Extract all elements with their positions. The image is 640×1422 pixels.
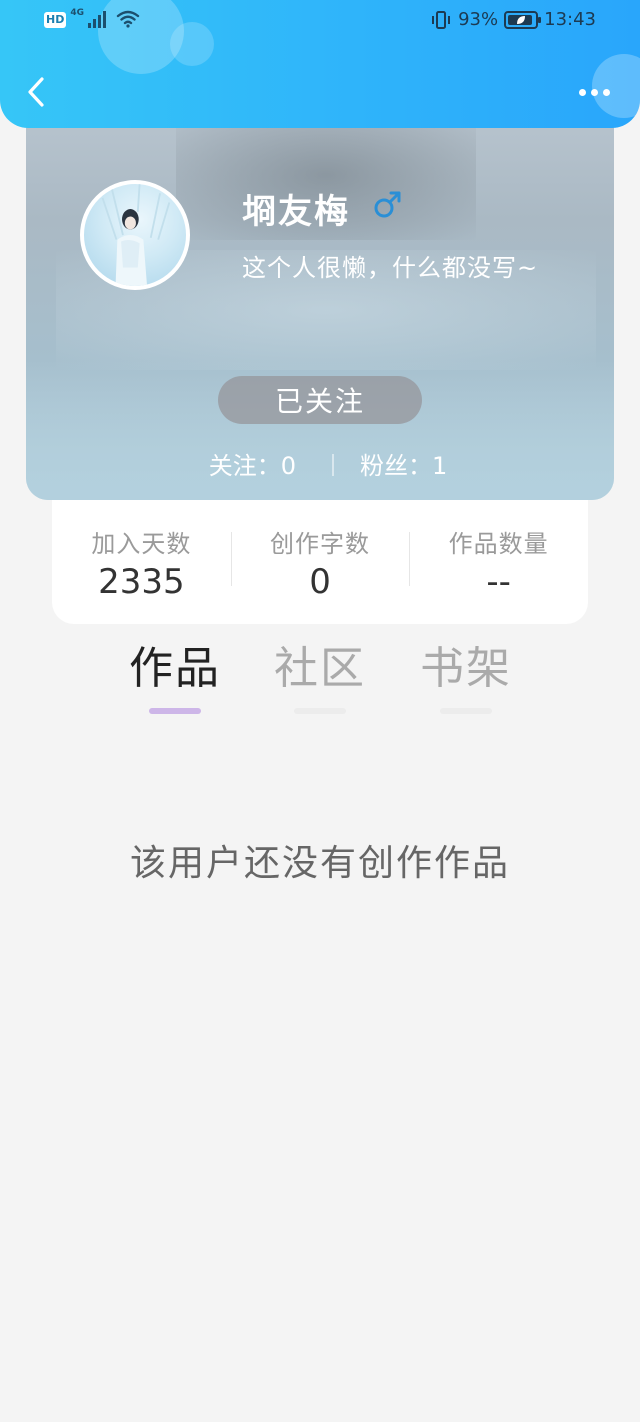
followed-button[interactable]: 已关注	[218, 376, 422, 424]
summary-stats-card: 加入天数 2335 创作字数 0 作品数量 --	[52, 500, 588, 624]
summary-label: 加入天数	[91, 530, 192, 558]
hd-badge: HD	[44, 12, 67, 28]
tab-indicator	[294, 708, 346, 714]
more-dot	[602, 88, 610, 96]
following-label: 关注：	[208, 452, 281, 480]
summary-word-count: 创作字数 0	[230, 500, 410, 624]
male-icon	[374, 191, 401, 218]
following-count[interactable]: 关注：0	[209, 446, 296, 481]
network-type: 4G	[70, 8, 84, 18]
content-tabs: 作品 社区 书架	[0, 640, 640, 720]
profile-card: 埛友梅 这个人很懒，什么都没写~ 已关注 关注：0 粉丝：1	[26, 100, 614, 500]
tab-label: 书架	[420, 643, 512, 694]
summary-join-days: 加入天数 2335	[52, 500, 231, 624]
fans-count[interactable]: 粉丝：1	[360, 446, 447, 481]
more-dot	[578, 88, 586, 96]
summary-value: --	[486, 562, 511, 602]
tab-label: 社区	[274, 643, 366, 694]
tab-indicator	[149, 708, 201, 714]
battery-icon	[504, 10, 542, 29]
vibrate-icon	[432, 10, 451, 29]
summary-work-count: 作品数量 --	[409, 500, 588, 624]
fans-value: 1	[432, 452, 448, 480]
summary-label: 作品数量	[448, 530, 549, 558]
avatar[interactable]	[80, 180, 190, 290]
following-value: 0	[280, 452, 296, 480]
stats-divider	[332, 454, 334, 476]
leaf-icon	[517, 15, 526, 24]
user-bio: 这个人很懒，什么都没写~	[242, 254, 539, 282]
tab-community[interactable]: 社区	[260, 640, 380, 720]
more-dot	[590, 88, 598, 96]
tab-bookshelf[interactable]: 书架	[406, 640, 526, 720]
status-bar: HD 4G 93% 13:43	[0, 0, 640, 44]
more-options-button[interactable]	[574, 82, 614, 102]
tab-indicator	[440, 708, 492, 714]
back-button[interactable]	[22, 74, 50, 110]
summary-label: 创作字数	[270, 530, 370, 558]
follow-stats: 关注：0 粉丝：1	[26, 446, 614, 482]
fans-label: 粉丝：	[360, 452, 432, 480]
tab-label: 作品	[129, 643, 221, 694]
summary-value: 0	[309, 562, 331, 602]
battery-percentage: 93%	[458, 9, 499, 30]
summary-value: 2335	[98, 562, 185, 602]
signal-icon	[88, 10, 106, 28]
empty-state-message: 该用户还没有创作作品	[129, 843, 510, 884]
wifi-icon	[116, 10, 140, 28]
header-bar: HD 4G 93% 13:43	[0, 0, 640, 128]
tab-works[interactable]: 作品	[115, 640, 235, 720]
user-profile-page: HD 4G 93% 13:43 埛友梅 这个人很懒，什么都没写~ 已关注 关注：…	[0, 0, 640, 1422]
status-time: 13:43	[544, 9, 596, 30]
username: 埛友梅	[242, 192, 350, 232]
avatar-image	[101, 184, 171, 286]
